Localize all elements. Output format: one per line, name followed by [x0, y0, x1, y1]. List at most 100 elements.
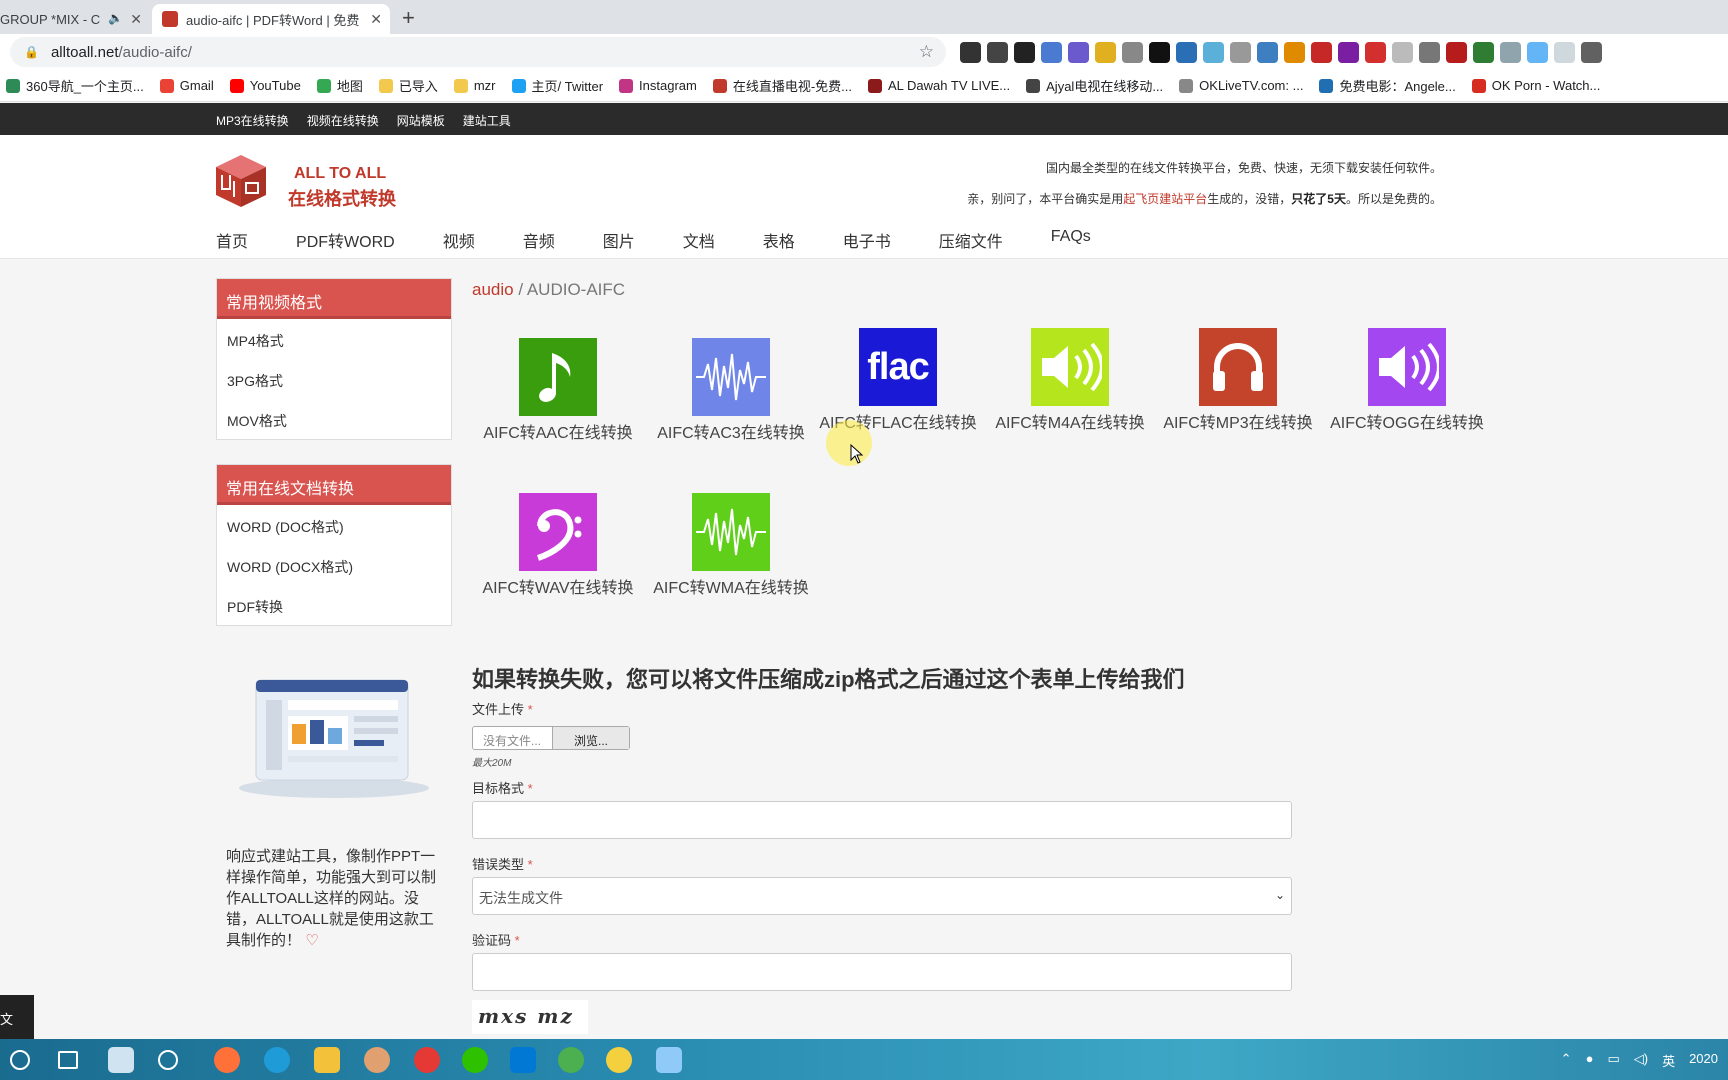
bookmark-item[interactable]: AL Dawah TV LIVE...	[868, 78, 1010, 93]
bookmark-item[interactable]: 免费电影：Angele...	[1319, 76, 1456, 95]
platform-link[interactable]: 起飞页建站平台	[1123, 192, 1207, 206]
nav-pdf-to-word[interactable]: PDF转WORD	[296, 228, 395, 252]
speaker-icon[interactable]	[1031, 328, 1109, 406]
top-link[interactable]: 建站工具	[463, 112, 511, 129]
browse-button[interactable]: 浏览...	[553, 727, 629, 749]
sidebar-item[interactable]: MP4格式	[217, 319, 451, 359]
bookmark-item[interactable]: 360导航_一个主页...	[6, 76, 144, 95]
target-format-input[interactable]	[472, 801, 1292, 839]
format-label[interactable]: AIFC转WMA在线转换	[651, 579, 811, 599]
ime-indicator[interactable]: 英	[1662, 1051, 1675, 1070]
start-icon[interactable]	[10, 1050, 30, 1070]
format-label[interactable]: AIFC转MP3在线转换	[1158, 414, 1318, 434]
extension-icon[interactable]	[1446, 42, 1467, 63]
extension-icon[interactable]	[1230, 42, 1251, 63]
nav-video[interactable]: 视频	[443, 228, 475, 252]
promo-laptop-image[interactable]	[226, 660, 442, 822]
captcha-image[interactable]: mxs mz	[472, 1000, 588, 1034]
flac-icon[interactable]: flac	[859, 328, 937, 406]
bookmark-item[interactable]: mzr	[453, 78, 496, 93]
bass-clef-icon[interactable]	[519, 493, 597, 571]
extension-icon[interactable]	[1257, 42, 1278, 63]
extension-icon[interactable]	[1041, 42, 1062, 63]
bookmark-item[interactable]: Ajyal电视在线移动...	[1026, 76, 1163, 95]
skype-icon[interactable]	[510, 1047, 536, 1073]
firefox-icon[interactable]	[214, 1047, 240, 1073]
headphones-icon[interactable]	[1199, 328, 1277, 406]
extension-icon[interactable]	[1338, 42, 1359, 63]
format-label[interactable]: AIFC转AAC在线转换	[478, 424, 638, 444]
format-card[interactable]: AIFC转WMA在线转换	[651, 493, 811, 599]
nav-spreadsheet[interactable]: 表格	[763, 228, 795, 252]
edge-icon[interactable]	[264, 1047, 290, 1073]
bookmark-item[interactable]: Gmail	[159, 78, 214, 93]
sidebar-item[interactable]: 3PG格式	[217, 359, 451, 399]
extension-icon[interactable]	[1095, 42, 1116, 63]
file-upload-input[interactable]: 没有文件... 浏览...	[472, 726, 630, 750]
nav-image[interactable]: 图片	[603, 228, 635, 252]
brand-name[interactable]: ALL TO ALL	[294, 165, 386, 183]
bookmark-item[interactable]: OKLiveTV.com: ...	[1179, 78, 1303, 93]
breadcrumb-parent[interactable]: audio	[472, 280, 514, 299]
extension-icon[interactable]	[1284, 42, 1305, 63]
speaker-icon[interactable]	[1368, 328, 1446, 406]
extension-icon[interactable]	[1014, 42, 1035, 63]
format-card[interactable]: AIFC转WAV在线转换	[478, 493, 638, 599]
music-note-icon[interactable]	[519, 338, 597, 416]
extension-icon[interactable]	[1419, 42, 1440, 63]
folder-icon[interactable]	[314, 1047, 340, 1073]
heart-icon[interactable]: ♡	[305, 932, 318, 949]
sidebar-item[interactable]: MOV格式	[217, 399, 451, 439]
bookmark-item[interactable]: 地图	[316, 76, 363, 95]
clock-year[interactable]: 2020	[1689, 1051, 1718, 1070]
error-type-select[interactable]: 无法生成文件 ⌄	[472, 877, 1292, 915]
address-bar[interactable]: 🔒 alltoall.net/audio-aifc/ ☆	[10, 37, 946, 67]
waveform-icon[interactable]	[692, 338, 770, 416]
nav-archive[interactable]: 压缩文件	[939, 228, 1003, 252]
bookmark-item[interactable]: 主页/ Twitter	[511, 76, 603, 95]
browser-icon[interactable]	[364, 1047, 390, 1073]
format-label[interactable]: AIFC转WAV在线转换	[478, 579, 638, 599]
microphone-icon[interactable]: ●	[1586, 1051, 1594, 1070]
extension-icon[interactable]	[1122, 42, 1143, 63]
bookmark-item[interactable]: 在线直播电视-免费...	[712, 76, 852, 95]
extension-icon[interactable]	[1068, 42, 1089, 63]
format-card[interactable]: AIFC转OGG在线转换	[1327, 328, 1487, 434]
top-link[interactable]: 视频在线转换	[307, 112, 379, 129]
lock-icon[interactable]: 🔒	[24, 45, 39, 59]
bookmark-star-icon[interactable]: ☆	[919, 42, 934, 62]
extension-icon[interactable]	[1473, 42, 1494, 63]
app-icon[interactable]	[108, 1047, 134, 1073]
top-link[interactable]: MP3在线转换	[216, 112, 289, 129]
new-tab-icon[interactable]: +	[402, 5, 415, 31]
nav-home[interactable]: 首页	[216, 228, 248, 252]
speaker-icon[interactable]: 🔈	[108, 11, 123, 25]
side-widget[interactable]: 文	[0, 995, 34, 1039]
format-label[interactable]: AIFC转AC3在线转换	[651, 424, 811, 444]
bookmark-item[interactable]: YouTube	[229, 78, 301, 93]
format-card[interactable]: AIFC转M4A在线转换	[990, 328, 1150, 434]
sidebar-item[interactable]: PDF转换	[217, 585, 451, 625]
nav-faqs[interactable]: FAQs	[1051, 228, 1091, 252]
bookmark-item[interactable]: Instagram	[619, 78, 697, 93]
app-icon[interactable]	[656, 1047, 682, 1073]
extension-icon[interactable]	[1554, 42, 1575, 63]
sidebar-item[interactable]: WORD (DOCX格式)	[217, 545, 451, 585]
format-card[interactable]: flac AIFC转FLAC在线转换	[818, 328, 978, 434]
extension-icon[interactable]	[960, 42, 981, 63]
format-card[interactable]: AIFC转AC3在线转换	[651, 338, 811, 444]
bookmark-item[interactable]: OK Porn - Watch...	[1471, 78, 1600, 93]
chrome-icon[interactable]	[558, 1047, 584, 1073]
tab-active[interactable]: audio-aifc | PDF转Word | 免费 ✕	[152, 4, 390, 34]
volume-icon[interactable]: ◁)	[1634, 1051, 1648, 1070]
chrome-icon[interactable]	[414, 1047, 440, 1073]
sidebar-item[interactable]: WORD (DOC格式)	[217, 505, 451, 545]
logo-icon[interactable]	[214, 153, 268, 209]
waveform-icon[interactable]	[692, 493, 770, 571]
extension-icon[interactable]	[1365, 42, 1386, 63]
puzzle-icon[interactable]	[1581, 42, 1602, 63]
wechat-icon[interactable]	[462, 1047, 488, 1073]
bookmark-item[interactable]: 已导入	[378, 76, 438, 95]
extension-icon[interactable]	[1311, 42, 1332, 63]
close-tab-icon[interactable]: ✕	[130, 11, 142, 28]
